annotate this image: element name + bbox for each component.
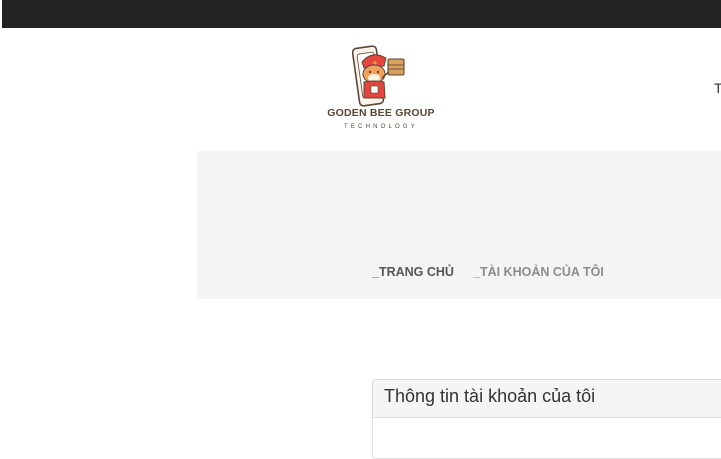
panel-title: Thông tin tài khoản của tôi xyxy=(384,386,596,406)
breadcrumb-home[interactable]: _TRANG CHỦ xyxy=(372,265,454,279)
logo-name: GODEN BEE GROUP xyxy=(327,107,435,119)
breadcrumb-current: _TÀI KHOẢN CỦA TÔI xyxy=(473,265,604,279)
top-bar xyxy=(0,0,721,28)
panel-heading: Thông tin tài khoản của tôi xyxy=(373,380,721,418)
top-bar-edge xyxy=(0,0,2,28)
account-info-panel: Thông tin tài khoản của tôi xyxy=(372,379,721,459)
page-banner xyxy=(197,151,721,299)
nav-item-partial[interactable]: T xyxy=(714,80,721,96)
logo-tagline: TECHNOLOGY xyxy=(343,124,418,130)
site-logo[interactable]: + GODEN BEE GROUP TECHNOLOGY xyxy=(326,44,436,136)
mascot-phone-icon: + xyxy=(352,45,405,107)
